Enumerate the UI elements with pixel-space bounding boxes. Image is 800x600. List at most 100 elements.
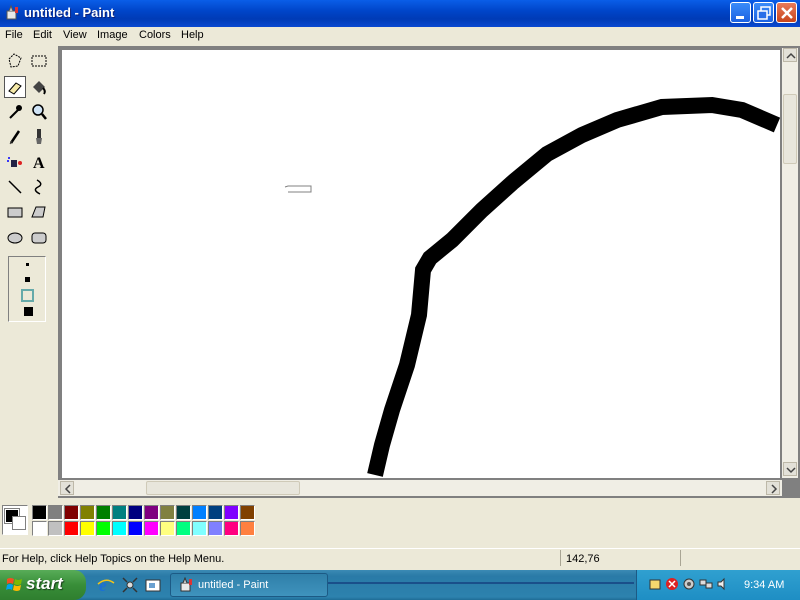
palette-swatch[interactable] [32, 521, 47, 536]
menu-image[interactable]: Image [97, 29, 128, 41]
brush-icon [36, 129, 42, 144]
palette-swatch[interactable] [80, 521, 95, 536]
ellipse-tool[interactable] [4, 226, 26, 248]
title-bar[interactable] [0, 0, 800, 27]
window-title: untitled - Paint [24, 5, 115, 20]
network-icon[interactable] [120, 575, 140, 595]
magnifier-tool[interactable] [28, 101, 50, 123]
taskbar-divider [328, 582, 634, 584]
brush-tool[interactable] [28, 126, 50, 148]
minimize-button[interactable] [730, 2, 751, 23]
maximize-button[interactable] [753, 2, 774, 23]
minimize-icon [736, 16, 744, 19]
fill-with-color-tool[interactable] [28, 76, 50, 98]
palette-swatch[interactable] [240, 521, 255, 536]
tray-settings-icon[interactable] [682, 577, 696, 591]
scroll-right-button[interactable] [766, 481, 780, 495]
palette-swatch[interactable] [160, 505, 175, 520]
arrow-right-icon [771, 484, 778, 494]
vertical-scroll-thumb[interactable] [783, 94, 797, 164]
curve-tool[interactable] [28, 176, 50, 198]
arrow-left-icon [64, 484, 71, 494]
rounded-rectangle-tool[interactable] [28, 226, 50, 248]
rectangle-select-tool[interactable] [28, 50, 50, 72]
menu-colors[interactable]: Colors [139, 29, 171, 41]
palette-swatch[interactable] [64, 505, 79, 520]
eraser-tool[interactable] [4, 76, 26, 98]
pencil-icon [9, 130, 21, 145]
drawing-canvas[interactable] [62, 50, 781, 478]
palette-swatch[interactable] [224, 521, 239, 536]
pencil-tool[interactable] [4, 126, 26, 148]
paint-task-icon [180, 577, 192, 592]
taskbar-paint-label: untitled - Paint [198, 579, 269, 591]
horizontal-scroll-thumb[interactable] [146, 481, 300, 495]
curve-icon [34, 179, 42, 195]
scroll-left-button[interactable] [60, 481, 74, 495]
close-button[interactable] [776, 2, 797, 23]
tray-network-icon[interactable] [699, 577, 713, 591]
palette-swatch[interactable] [240, 505, 255, 520]
airbrush-tool[interactable] [4, 151, 26, 173]
palette-swatch[interactable] [128, 521, 143, 536]
palette-swatch[interactable] [160, 521, 175, 536]
menu-help[interactable]: Help [181, 29, 204, 41]
palette-swatch[interactable] [208, 521, 223, 536]
palette-swatch[interactable] [96, 505, 111, 520]
svg-text:A: A [33, 155, 45, 172]
palette-swatch[interactable] [80, 505, 95, 520]
palette-swatch[interactable] [96, 521, 111, 536]
clock: 9:34 AM [744, 579, 785, 591]
eraser-size-options[interactable] [9, 257, 47, 323]
tray-security-icon[interactable] [665, 577, 679, 591]
line-tool[interactable] [4, 176, 26, 198]
scroll-up-button[interactable] [783, 48, 797, 62]
palette-swatch[interactable] [48, 521, 63, 536]
show-desktop-icon[interactable] [143, 575, 163, 595]
menu-bar: File Edit View Image Colors Help [0, 27, 800, 45]
text-tool[interactable]: A [28, 151, 50, 173]
palette-swatch[interactable] [208, 505, 223, 520]
pick-color-tool[interactable] [4, 101, 26, 123]
palette-swatch[interactable] [176, 505, 191, 520]
tray-volume-icon[interactable] [716, 577, 730, 591]
paint-app-icon [6, 5, 18, 20]
eraser-icon [8, 82, 22, 95]
palette-swatch[interactable] [112, 521, 127, 536]
text-icon: A [33, 155, 45, 172]
menu-edit[interactable]: Edit [33, 29, 52, 41]
tool-options [8, 256, 46, 322]
eyedropper-icon [9, 105, 22, 119]
rectangle-icon [7, 207, 23, 218]
rectangle-select-icon [31, 55, 47, 67]
palette-swatch[interactable] [224, 505, 239, 520]
scroll-down-button[interactable] [783, 462, 797, 476]
background-color [12, 516, 26, 530]
close-icon [781, 7, 793, 19]
palette-swatch[interactable] [32, 505, 47, 520]
free-form-select-icon [8, 53, 22, 68]
palette-swatch[interactable] [64, 521, 79, 536]
palette-swatch[interactable] [192, 521, 207, 536]
menu-view[interactable]: View [63, 29, 87, 41]
palette-swatch[interactable] [144, 521, 159, 536]
arrow-up-icon [786, 52, 796, 59]
free-form-select-tool[interactable] [4, 50, 26, 72]
maximize-icon [757, 6, 771, 20]
polygon-tool[interactable] [28, 201, 50, 223]
palette-swatch[interactable] [48, 505, 63, 520]
menu-file[interactable]: File [5, 29, 23, 41]
internet-explorer-icon[interactable]: e [96, 575, 116, 595]
palette-swatch[interactable] [112, 505, 127, 520]
rectangle-tool[interactable] [4, 201, 26, 223]
palette-swatch[interactable] [128, 505, 143, 520]
magnifier-icon [32, 104, 47, 120]
cursor-coordinates: 142,76 [566, 553, 600, 565]
palette-swatch[interactable] [144, 505, 159, 520]
airbrush-icon [7, 157, 22, 167]
windows-logo-icon [6, 578, 22, 591]
tray-app-icon[interactable] [648, 577, 662, 591]
palette-swatch[interactable] [192, 505, 207, 520]
arrow-down-icon [786, 467, 796, 474]
palette-swatch[interactable] [176, 521, 191, 536]
